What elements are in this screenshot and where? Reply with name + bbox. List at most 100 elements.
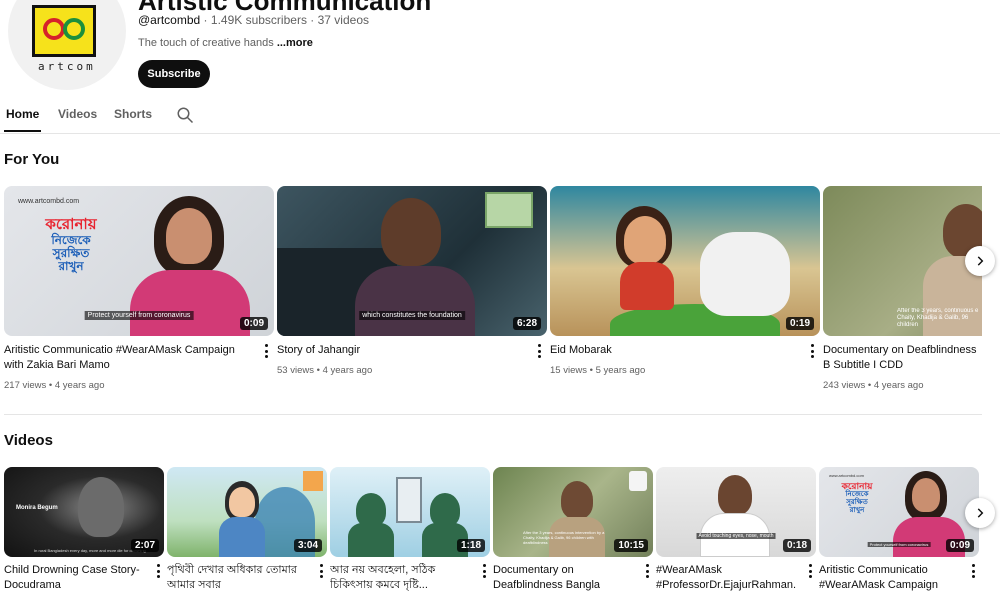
caption-strip: Avoid touching eyes, nose, mouth	[696, 533, 776, 539]
video-thumbnail[interactable]: 1:18	[330, 467, 490, 557]
more-actions-icon[interactable]	[969, 564, 977, 578]
channel-handle: @artcombd	[138, 13, 201, 27]
poster-text: করোনায় নিজেকে সুরক্ষিত রাখুন	[841, 481, 873, 514]
video-card[interactable]: www.artcombd.com করোনায় নিজেকে সুরক্ষিত…	[819, 467, 979, 600]
person-body	[348, 523, 394, 557]
child-face	[561, 481, 593, 519]
video-card[interactable]: www.artcombd.com করোনায় নিজেকে সুরক্ষিত…	[4, 186, 274, 396]
video-thumbnail[interactable]: Monira Begum In rural Bangladesh every d…	[4, 467, 164, 557]
video-title[interactable]: পৃথিবী দেখার অধিকার তোমার আমার সবার	[167, 563, 307, 593]
caption-strip: After the 3 years, continuous interventi…	[523, 530, 605, 545]
subscribe-button[interactable]: Subscribe	[138, 60, 210, 88]
video-title[interactable]: Aritistic Communicatio #WearAMask Campai…	[4, 343, 256, 373]
video-meta: 217 views • 4 years ago	[4, 380, 105, 391]
tab-home[interactable]: Home	[6, 107, 39, 121]
duration-badge: 6:28	[512, 317, 541, 330]
girl-dress	[219, 517, 265, 557]
doctor-face	[718, 475, 752, 515]
chevron-right-icon	[977, 256, 984, 266]
video-thumbnail[interactable]: 0:19	[550, 186, 820, 336]
girl-face	[229, 487, 255, 517]
woman-veil	[78, 477, 124, 537]
duration-badge: 0:09	[945, 539, 974, 552]
video-thumbnail[interactable]: www.artcombd.com করোনায় নিজেকে সুরক্ষিত…	[819, 467, 979, 557]
more-actions-icon[interactable]	[480, 564, 488, 578]
active-tab-indicator	[4, 130, 41, 132]
duration-badge: 10:15	[614, 539, 648, 552]
more-actions-icon[interactable]	[806, 564, 814, 578]
subscriber-count: 1.49K subscribers	[210, 13, 307, 27]
video-card[interactable]: 0:19 Eid Mobarak 15 views • 5 years ago	[550, 186, 820, 396]
video-card[interactable]: Avoid touching eyes, nose, mouth 0:18 #W…	[656, 467, 816, 600]
video-card[interactable]: 1:18 আর নয় অবহেলা, সঠিক চিকিৎসায় কমবে …	[330, 467, 490, 600]
video-title[interactable]: Documentary on Deafblindness Bangla Fina…	[493, 563, 633, 593]
video-title[interactable]: #WearAMask #ProfessorDr.EjajurRahman...	[656, 563, 796, 593]
carousel-next-button[interactable]	[965, 498, 995, 528]
video-thumbnail[interactable]: 3:04	[167, 467, 327, 557]
channel-avatar[interactable]: artcom	[8, 0, 126, 90]
caption-strip: Protect yourself from coronavirus	[867, 542, 931, 547]
video-title[interactable]: Eid Mobarak	[550, 343, 802, 359]
duration-badge: 3:04	[293, 539, 322, 552]
section-title-for-you: For You	[4, 151, 60, 168]
video-meta: 53 views • 4 years ago	[277, 365, 373, 376]
person-head	[430, 493, 460, 527]
video-card[interactable]: After the 3 years, continuous interventi…	[493, 467, 653, 600]
site-watermark: www.artcombd.com	[18, 198, 80, 205]
corner-logo	[303, 471, 323, 491]
video-title[interactable]: Story of Jahangir	[277, 343, 529, 359]
tab-videos[interactable]: Videos	[58, 107, 97, 121]
presenter-sari	[130, 270, 250, 336]
video-title[interactable]: Documentary on Deafblindness B Subtitle …	[823, 343, 982, 373]
tab-shorts[interactable]: Shorts	[114, 107, 152, 121]
poster-text: করোনায় নিজেকে সুরক্ষিত রাখুন	[45, 216, 97, 273]
duration-badge: 0:18	[782, 539, 811, 552]
more-actions-icon[interactable]	[535, 344, 543, 358]
video-card[interactable]: Monira Begum In rural Bangladesh every d…	[4, 467, 164, 600]
more-actions-icon[interactable]	[262, 344, 270, 358]
carousel-next-button[interactable]	[965, 246, 995, 276]
video-card[interactable]: After the 3 years, continuous e Chaity, …	[823, 186, 982, 396]
video-thumbnail[interactable]: After the 3 years, continuous interventi…	[493, 467, 653, 557]
video-title[interactable]: Child Drowning Case Story- Docudrama	[4, 563, 144, 593]
duration-badge: 0:19	[785, 317, 814, 330]
video-card[interactable]: 3:04 পৃথিবী দেখার অধিকার তোমার আমার সবার	[167, 467, 327, 600]
caption-name: Monira Begum	[16, 505, 58, 511]
more-link[interactable]: ...more	[277, 37, 313, 49]
chevron-right-icon	[977, 508, 984, 518]
channel-tabs: Home Videos Shorts	[0, 100, 1000, 134]
toy-horse	[700, 232, 790, 316]
caption-strip: In rural Bangladesh every day, more and …	[34, 548, 146, 553]
presenter-face	[166, 208, 212, 264]
caption-strip: Protect yourself from coronavirus	[84, 311, 194, 320]
caption-strip: which constitutes the foundation	[359, 311, 465, 320]
video-meta: 243 views • 4 years ago	[823, 380, 924, 391]
presenter-face	[912, 478, 940, 512]
video-count: 37 videos	[317, 13, 369, 27]
person-shirt	[355, 266, 475, 336]
girl-face	[624, 216, 666, 264]
artcom-logo	[32, 5, 96, 57]
video-title[interactable]: আর নয় অবহেলা, সঠিক চিকিৎসায় কমবে দৃষ্ট…	[330, 563, 470, 593]
more-actions-icon[interactable]	[643, 564, 651, 578]
section-divider	[4, 414, 982, 415]
search-icon[interactable]	[176, 106, 194, 124]
section-title-videos: Videos	[4, 432, 53, 449]
channel-description[interactable]: The touch of creative hands ...more	[138, 37, 313, 49]
video-title[interactable]: Aritistic Communicatio #WearAMask Campai…	[819, 563, 959, 593]
more-actions-icon[interactable]	[317, 564, 325, 578]
video-thumbnail[interactable]: www.artcombd.com করোনায় নিজেকে সুরক্ষিত…	[4, 186, 274, 336]
video-thumbnail[interactable]: After the 3 years, continuous e Chaity, …	[823, 186, 982, 336]
channel-meta: @artcombd · 1.49K subscribers · 37 video…	[138, 13, 369, 27]
more-actions-icon[interactable]	[808, 344, 816, 358]
caption-strip: After the 3 years, continuous e Chaity, …	[897, 308, 979, 328]
video-card[interactable]: which constitutes the foundation 6:28 St…	[277, 186, 547, 396]
duration-badge: 0:09	[239, 317, 268, 330]
duration-badge: 1:18	[456, 539, 485, 552]
video-thumbnail[interactable]: Avoid touching eyes, nose, mouth 0:18	[656, 467, 816, 557]
video-meta: 15 views • 5 years ago	[550, 365, 646, 376]
more-actions-icon[interactable]	[154, 564, 162, 578]
atm-machine	[396, 477, 422, 523]
video-thumbnail[interactable]: which constitutes the foundation 6:28	[277, 186, 547, 336]
person-head	[356, 493, 386, 527]
